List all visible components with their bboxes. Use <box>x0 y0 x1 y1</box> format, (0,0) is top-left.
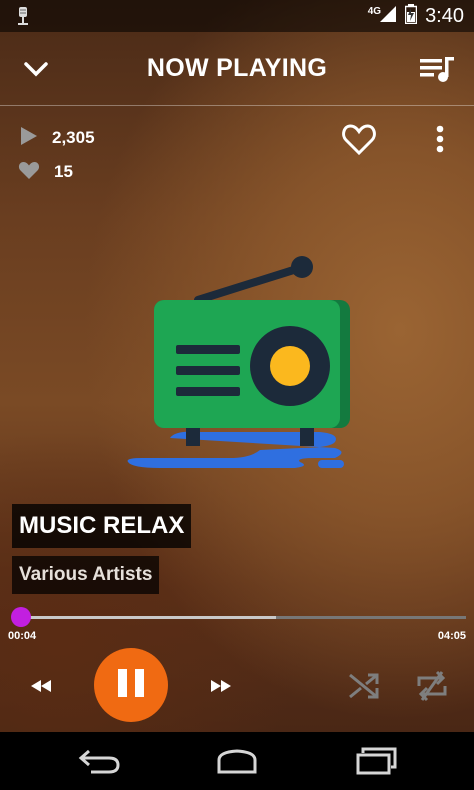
queue-music-icon[interactable] <box>418 50 456 88</box>
fast-forward-icon[interactable] <box>204 672 238 700</box>
more-vert-icon[interactable] <box>428 122 452 158</box>
system-nav-bar <box>0 732 474 790</box>
battery-icon <box>404 3 418 29</box>
status-bar: 4G 3:40 <box>0 0 474 32</box>
play-count-value: 2,305 <box>52 128 95 147</box>
track-title: MUSIC RELAX <box>12 504 192 548</box>
track-artist: Various Artists <box>12 556 160 594</box>
seek-bar[interactable] <box>11 607 466 627</box>
page-title: NOW PLAYING <box>146 54 328 82</box>
play-count: 2,305 <box>18 126 95 150</box>
elapsed-time: 00:04 <box>8 630 37 642</box>
toolbar: NOW PLAYING <box>0 32 474 105</box>
pause-button[interactable] <box>94 648 168 722</box>
network-type-label: 4G <box>367 5 382 17</box>
heart-filled-icon <box>18 160 40 185</box>
seek-thumb[interactable] <box>11 607 32 627</box>
back-icon[interactable] <box>74 744 124 778</box>
repeat-icon[interactable] <box>411 666 453 706</box>
home-icon[interactable] <box>212 744 262 778</box>
seek-buffer <box>14 616 277 619</box>
microphone-icon <box>12 5 34 27</box>
heart-outline-icon[interactable] <box>341 122 379 158</box>
shuffle-icon[interactable] <box>344 668 384 704</box>
like-count-value: 15 <box>54 162 73 181</box>
toolbar-divider <box>0 105 474 106</box>
signal-icon <box>379 5 397 28</box>
rewind-icon[interactable] <box>24 672 58 700</box>
total-duration: 04:05 <box>437 630 466 642</box>
status-time: 3:40 <box>425 4 464 27</box>
play-count-icon <box>18 125 38 152</box>
like-count: 15 <box>18 160 73 184</box>
pause-icon <box>116 667 146 704</box>
radio-icon <box>120 252 360 474</box>
recents-icon[interactable] <box>352 744 402 778</box>
player-screen: 4G 3:40 NOW PLAYING 2,305 15 MUSIC RELAX… <box>0 0 474 732</box>
